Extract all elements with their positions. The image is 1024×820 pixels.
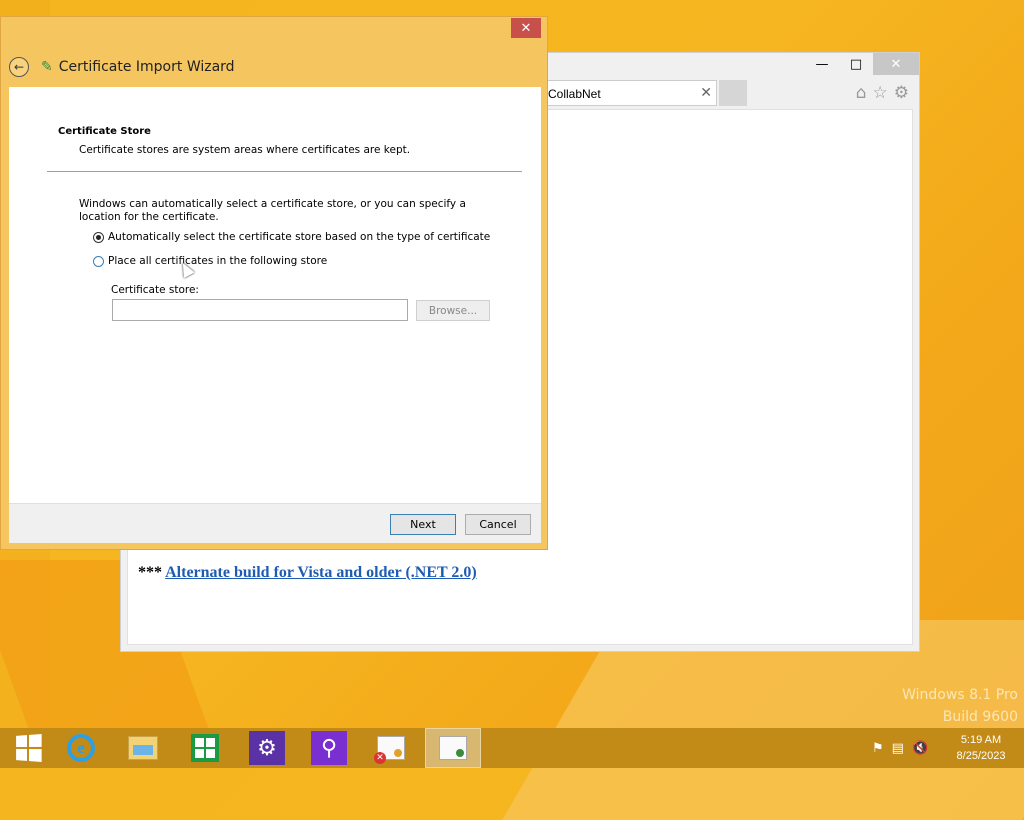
start-button[interactable] <box>0 728 56 768</box>
maximize-button[interactable]: □ <box>839 53 873 75</box>
wizard-footer: Next Cancel <box>9 503 541 543</box>
next-button[interactable]: Next <box>390 514 456 535</box>
os-watermark: Windows 8.1 Pro Build 9600 <box>902 684 1018 728</box>
flag-icon[interactable]: ⚑ <box>872 741 884 756</box>
certificate-error-icon: ✕ <box>374 736 405 764</box>
cancel-button[interactable]: Cancel <box>465 514 531 535</box>
alternate-build-link[interactable]: Alternate build for Vista and older (.NE… <box>165 564 477 581</box>
taskbar-store[interactable] <box>177 728 233 768</box>
folder-icon <box>128 736 158 760</box>
taskbar: e ⚙ ⚲ ✕ ⚑ ▤ 🔇 5:19 AM 8/25/2023 <box>0 728 1024 768</box>
section-description: Certificate stores are system areas wher… <box>79 144 411 156</box>
certificate-store-field[interactable] <box>112 299 408 321</box>
wizard-close-button[interactable]: ✕ <box>511 18 541 38</box>
taskbar-internet-explorer[interactable]: e <box>53 728 109 768</box>
internet-explorer-icon: e <box>67 734 95 762</box>
clock-time: 5:19 AM <box>960 734 1002 746</box>
store-icon <box>191 734 219 762</box>
radio-auto-select[interactable] <box>93 231 104 243</box>
browser-caption-buttons: — □ ✕ <box>805 53 919 75</box>
alternate-build-line: *** Alternate build for Vista and older … <box>138 564 477 582</box>
browser-close-button[interactable]: ✕ <box>873 53 919 75</box>
magnifier-icon: ⚲ <box>311 731 347 765</box>
windows-logo-icon <box>16 734 42 762</box>
section-title: Certificate Store <box>58 126 151 137</box>
certificate-icon: ✎ <box>41 59 53 75</box>
option-manual-label: Place all certificates in the following … <box>108 255 328 267</box>
taskbar-certificate-manager[interactable]: ✕ <box>363 728 419 768</box>
certificate-store-label: Certificate store: <box>111 284 199 296</box>
taskbar-certificate-wizard[interactable] <box>425 728 481 768</box>
watermark-edition: Windows 8.1 Pro <box>902 687 1018 703</box>
tab-close-icon[interactable]: ✕ <box>700 84 712 101</box>
gear-icon[interactable]: ⚙ <box>894 83 909 103</box>
wizard-header: ← ✎ Certificate Import Wizard <box>9 53 235 81</box>
option-auto-select[interactable]: Automatically select the certificate sto… <box>93 231 490 243</box>
clock-date: 8/25/2023 <box>956 750 1006 762</box>
taskbar-file-explorer[interactable] <box>115 728 171 768</box>
browser-tab-title: CollabNet <box>548 87 601 101</box>
home-icon[interactable]: ⌂ <box>856 83 867 103</box>
watermark-build: Build 9600 <box>942 709 1018 725</box>
speaker-muted-icon[interactable]: 🔇 <box>912 741 928 756</box>
settings-gear-icon: ⚙ <box>249 731 285 765</box>
browser-tab[interactable]: CollabNet ✕ <box>541 80 717 106</box>
store-explanation: Windows can automatically select a certi… <box>79 198 466 223</box>
taskbar-search-app[interactable]: ⚲ <box>301 728 357 768</box>
wizard-body: Certificate Store Certificate stores are… <box>9 87 541 503</box>
radio-manual-store[interactable] <box>93 255 104 267</box>
alternate-build-prefix: *** <box>138 564 166 581</box>
star-icon[interactable]: ☆ <box>873 83 888 103</box>
network-icon[interactable]: ▤ <box>892 741 904 756</box>
minimize-button[interactable]: — <box>805 53 839 75</box>
browse-button[interactable]: Browse... <box>416 300 490 321</box>
wizard-title: Certificate Import Wizard <box>58 59 235 75</box>
browser-toolbar-icons: ⌂ ☆ ⚙ <box>856 83 909 103</box>
taskbar-settings[interactable]: ⚙ <box>239 728 295 768</box>
clock[interactable]: 5:19 AM 8/25/2023 <box>946 732 1016 764</box>
new-tab-button[interactable] <box>719 80 747 106</box>
option-auto-label: Automatically select the certificate sto… <box>108 231 491 243</box>
header-divider <box>47 171 522 172</box>
option-manual-store[interactable]: Place all certificates in the following … <box>93 255 327 267</box>
system-tray: ⚑ ▤ 🔇 <box>872 728 928 768</box>
back-arrow-icon[interactable]: ← <box>9 57 29 77</box>
certificate-import-icon <box>439 736 467 760</box>
certificate-import-wizard[interactable]: ✕ ← ✎ Certificate Import Wizard Certific… <box>0 16 548 550</box>
